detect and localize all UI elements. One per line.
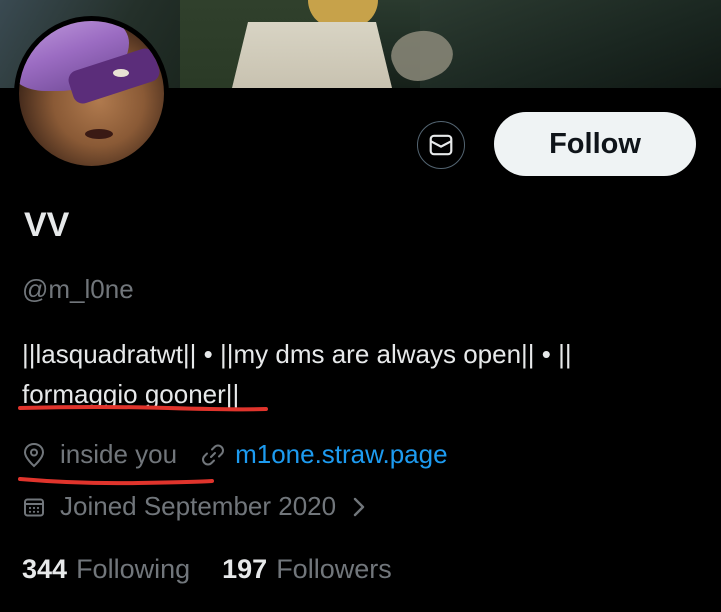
- location-pin-icon: [23, 442, 45, 467]
- joined-row[interactable]: Joined September 2020: [22, 491, 366, 522]
- location-text: inside you: [60, 439, 178, 469]
- website-link[interactable]: m1one.straw.page: [235, 439, 447, 470]
- following-label: Following: [76, 554, 191, 584]
- red-underline-location: [18, 477, 214, 486]
- envelope-icon: [429, 134, 453, 156]
- handle: @m_l0ne: [22, 274, 134, 304]
- display-name: VV: [24, 206, 70, 244]
- banner-right-scene: [420, 0, 721, 88]
- avatar-lips: [85, 129, 113, 139]
- followers-label: Followers: [276, 554, 392, 584]
- joined-date: Joined September 2020: [60, 491, 337, 521]
- red-underline-bio: [18, 405, 268, 412]
- message-button[interactable]: [417, 121, 465, 169]
- followers-count: 197: [222, 554, 268, 584]
- follow-stats: 344 Following 197 Followers: [22, 554, 392, 585]
- following-stat[interactable]: 344 Following: [22, 554, 190, 585]
- link-icon: [202, 444, 225, 465]
- followers-stat[interactable]: 197 Followers: [222, 554, 392, 585]
- bio-line-1: ||lasquadratwt|| • ||my dms are always o…: [22, 339, 572, 369]
- avatar[interactable]: [14, 16, 169, 171]
- location-row: inside you m1one.straw.page: [22, 439, 448, 470]
- calendar-icon: [24, 498, 44, 516]
- chevron-right-icon[interactable]: [352, 496, 366, 518]
- banner-table: [232, 22, 392, 88]
- avatar-eye: [113, 69, 129, 77]
- following-count: 344: [22, 554, 68, 584]
- follow-button[interactable]: Follow: [494, 112, 696, 176]
